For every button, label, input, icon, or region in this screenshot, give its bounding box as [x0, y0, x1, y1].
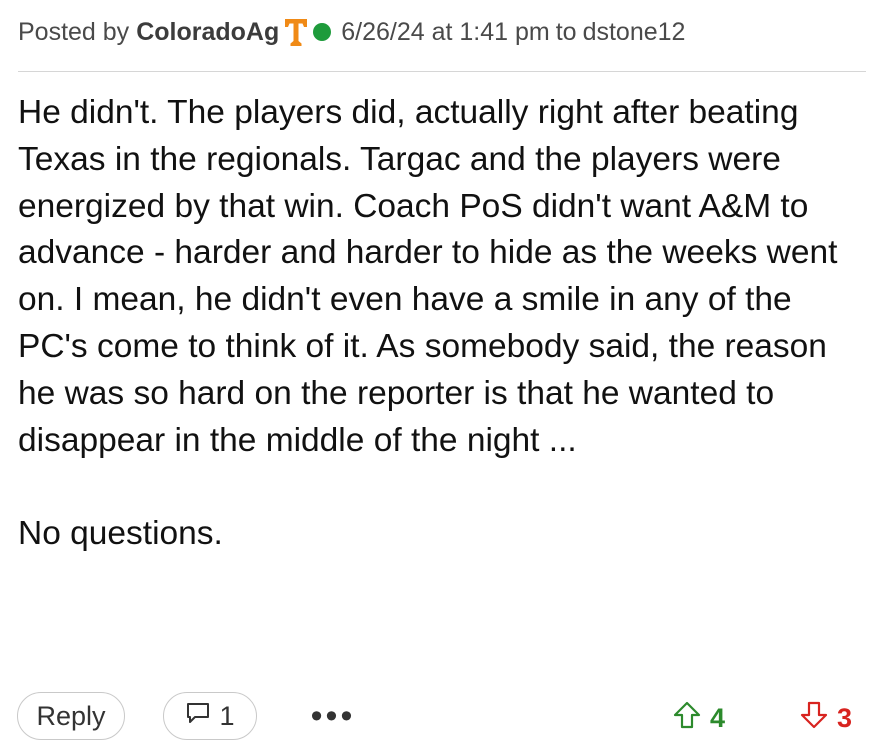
comment-count: 1 [219, 700, 235, 731]
posted-by-label: Posted by [18, 17, 130, 46]
online-status-indicator [313, 23, 332, 41]
speech-bubble-icon [185, 701, 211, 732]
reply-to-username[interactable]: dstone12 [583, 18, 686, 47]
post-paragraph: No questions. [18, 515, 223, 553]
reply-to-label: to [555, 17, 577, 46]
post-header: Posted by ColoradoAg 6/26/24 at 1:41 pm … [18, 12, 868, 52]
down-arrow-icon[interactable] [799, 700, 829, 737]
downvote-count: 3 [837, 703, 853, 733]
downvote-control[interactable]: 3 [799, 700, 852, 737]
post-actions: Reply 1 ••• 4 3 [17, 692, 870, 744]
post-body: He didn't. The players did, actually rig… [18, 90, 868, 558]
more-options-button[interactable]: ••• [309, 698, 357, 734]
upvote-control[interactable]: 4 [672, 700, 725, 737]
reply-button[interactable]: Reply [17, 692, 125, 740]
post-timestamp: 6/26/24 at 1:41 pm [341, 17, 550, 46]
author-username[interactable]: ColoradoAg [136, 18, 279, 47]
upvote-count: 4 [710, 703, 726, 733]
comments-button[interactable]: 1 [163, 692, 257, 740]
team-logo-icon [284, 17, 308, 47]
up-arrow-icon[interactable] [672, 700, 702, 737]
post-paragraph: He didn't. The players did, actually rig… [18, 94, 838, 459]
header-divider [18, 71, 866, 72]
